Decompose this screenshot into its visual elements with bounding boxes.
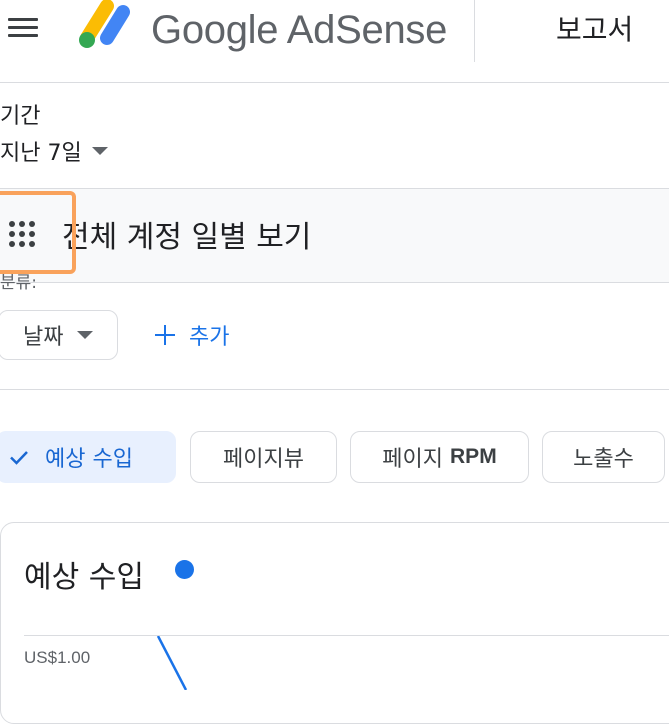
add-label: 추가 <box>189 325 230 350</box>
legend-dot <box>175 560 194 579</box>
date-breakdown-chip[interactable]: 날짜 <box>0 310 118 360</box>
header-divider <box>474 0 475 62</box>
metric-chip-estimated-earnings[interactable]: 예상 수입 <box>0 431 176 483</box>
view-title: 전체 계정 일별 보기 <box>62 220 312 255</box>
brand-name: Google AdSense <box>151 8 448 52</box>
metric-chip-pageviews[interactable]: 페이지뷰 <box>190 431 337 483</box>
metric-chip-label: 노출수 <box>573 447 634 472</box>
add-breakdown-button[interactable]: 추가 <box>155 318 229 352</box>
check-icon <box>10 451 28 465</box>
metric-chip-label: 페이지뷰 <box>223 447 304 472</box>
period-label: 기간 <box>0 104 41 129</box>
chart-plot-area <box>156 636 188 690</box>
metric-chip-label-suffix: RPM <box>450 445 497 468</box>
apps-grid-icon <box>8 220 36 248</box>
period-value: 지난 7일 <box>0 141 82 166</box>
hamburger-menu-icon[interactable] <box>8 14 40 40</box>
page-title: 보고서 <box>556 13 634 46</box>
metric-chip-label-prefix: 페이지 <box>382 447 451 472</box>
section-divider <box>0 389 669 390</box>
plus-icon <box>155 325 175 345</box>
period-dropdown[interactable]: 지난 7일 <box>0 136 108 166</box>
date-chip-label: 날짜 <box>23 325 64 350</box>
adsense-logo-icon[interactable] <box>74 0 134 52</box>
metric-chip-impressions[interactable]: 노출수 <box>542 431 665 483</box>
metric-chip-label: 예상 수입 <box>45 447 133 472</box>
caret-down-icon <box>77 331 94 339</box>
metric-chip-page-rpm[interactable]: 페이지 RPM <box>350 431 529 483</box>
earnings-series-line <box>156 636 188 690</box>
chart-title: 예상 수입 <box>24 560 144 595</box>
caret-down-icon <box>91 147 108 155</box>
